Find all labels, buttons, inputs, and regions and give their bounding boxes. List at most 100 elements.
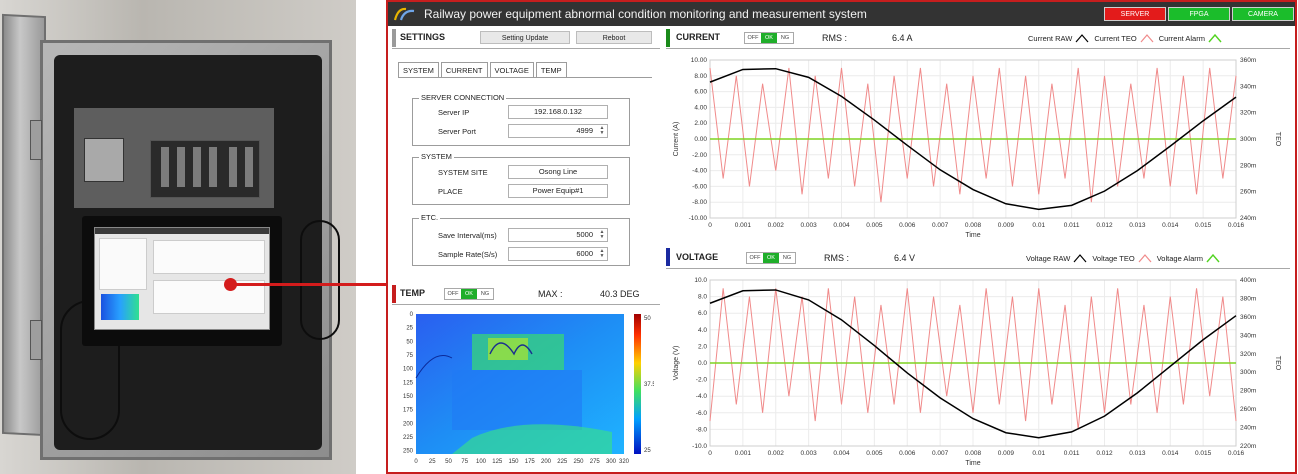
x-tick-label: 0.004 xyxy=(833,450,850,457)
spinner-arrows-icon[interactable]: ▲ ▼ xyxy=(598,230,606,240)
current-status-toggle[interactable]: OFF OK NG xyxy=(744,32,794,44)
server-ip-field[interactable]: 192.168.0.132 xyxy=(508,105,608,119)
tab-system[interactable]: SYSTEM xyxy=(398,62,439,77)
x-tick-label: 0.002 xyxy=(768,450,785,457)
server-status-button[interactable]: SERVER xyxy=(1104,7,1166,21)
y-tick-label: 2.0 xyxy=(698,343,707,350)
x-tick-label: 0.016 xyxy=(1228,450,1245,457)
system-site-label: SYSTEM SITE xyxy=(438,168,488,177)
spinner-arrows-icon[interactable]: ▲ ▼ xyxy=(598,126,606,136)
server-port-label: Server Port xyxy=(438,127,476,136)
settings-title: SETTINGS xyxy=(400,32,446,42)
toggle-ng[interactable]: NG xyxy=(477,289,493,299)
y-tick-label: 4.0 xyxy=(698,327,707,334)
y-tick-label: -4.0 xyxy=(696,393,708,400)
x-tick-label: 125 xyxy=(492,459,503,465)
y-tick-label: -6.0 xyxy=(696,410,708,417)
x-tick-label: 0 xyxy=(708,222,712,229)
legend-teo-swatch-icon xyxy=(1140,34,1154,43)
toggle-ok[interactable]: OK xyxy=(461,289,477,299)
etc-group-label: ETC. xyxy=(419,213,441,222)
title-bar: Railway power equipment abnormal conditi… xyxy=(388,2,1295,26)
y-tick-label: 8.00 xyxy=(694,73,707,80)
fpga-status-button[interactable]: FPGA xyxy=(1168,7,1230,21)
sample-rate-label: Sample Rate(S/s) xyxy=(438,250,498,259)
legend-raw-swatch-icon xyxy=(1075,34,1089,43)
x-tick-label: 0.008 xyxy=(965,450,982,457)
tab-current[interactable]: CURRENT xyxy=(440,62,488,77)
server-port-stepper[interactable]: 4999 ▲ ▼ xyxy=(508,124,608,138)
system-group-label: SYSTEM xyxy=(419,152,454,161)
toggle-off[interactable]: OFF xyxy=(445,289,461,299)
server-port-value: 4999 xyxy=(576,126,593,135)
spinner-arrows-icon[interactable]: ▲ ▼ xyxy=(598,249,606,259)
toggle-off[interactable]: OFF xyxy=(747,253,763,263)
x-tick-label: 0.001 xyxy=(735,222,752,229)
x-axis-label: Time xyxy=(965,460,980,467)
camera-status-button[interactable]: CAMERA xyxy=(1232,7,1294,21)
y-tick-label: 150 xyxy=(403,394,414,400)
y-tick-label: -10.00 xyxy=(689,215,708,222)
y-tick-label: -10.0 xyxy=(692,443,707,450)
tab-voltage[interactable]: VOLTAGE xyxy=(489,62,534,77)
temp-status-toggle[interactable]: OFF OK NG xyxy=(444,288,494,300)
toggle-off[interactable]: OFF xyxy=(745,33,761,43)
legend-current-teo: Current TEO xyxy=(1094,33,1137,43)
x-tick-label: 0.011 xyxy=(1064,222,1080,229)
voltage-rms-label: RMS : xyxy=(824,253,850,263)
voltage-legend: Voltage RAW Voltage TEO Voltage Alarm xyxy=(1026,253,1220,263)
x-tick-label: 0.001 xyxy=(735,450,752,457)
legend-current-raw: Current RAW xyxy=(1028,33,1073,43)
y-tick-label: 0.00 xyxy=(694,136,707,143)
y-tick-label: -4.00 xyxy=(692,168,707,175)
x-tick-label: 0.016 xyxy=(1228,222,1245,229)
y-tick-label: 250 xyxy=(403,449,414,455)
y-tick-label: 2.00 xyxy=(694,120,707,127)
toggle-ng[interactable]: NG xyxy=(777,33,793,43)
y-tick-label: 6.0 xyxy=(698,310,707,317)
y2-tick-label: 220m xyxy=(1240,443,1256,450)
x-tick-label: 0.007 xyxy=(932,450,949,457)
thermal-image-plot: 0 25 50 75 100 125 150 175 200 225 250 275 300 320 02… xyxy=(403,312,654,465)
y-axis-label: Voltage (V) xyxy=(673,346,680,381)
y-tick-label: 8.0 xyxy=(698,294,707,301)
x-tick-label: 25 xyxy=(429,459,436,465)
y2-tick-label: 380m xyxy=(1240,295,1256,302)
x-tick-label: 0.014 xyxy=(1162,450,1179,457)
x-tick-label: 0.003 xyxy=(800,222,817,229)
legend-raw-swatch-icon xyxy=(1073,254,1087,263)
tab-temp[interactable]: TEMP xyxy=(535,62,567,77)
legend-voltage-teo: Voltage TEO xyxy=(1092,253,1135,263)
system-site-field[interactable]: Osong Line xyxy=(508,165,608,179)
cabinet-photo xyxy=(0,0,356,474)
x-tick-label: 0.006 xyxy=(899,222,916,229)
colorbar xyxy=(634,314,641,454)
sample-rate-stepper[interactable]: 6000 ▲ ▼ xyxy=(508,247,608,261)
setting-update-button[interactable]: Setting Update xyxy=(480,31,570,44)
y-tick-label: 25 xyxy=(406,326,413,332)
temp-title: TEMP xyxy=(400,288,426,298)
current-rms-value: 6.4 A xyxy=(892,33,913,43)
y-tick-label: -6.00 xyxy=(692,183,707,190)
x-tick-label: 0.007 xyxy=(932,222,949,229)
toggle-ok[interactable]: OK xyxy=(761,33,777,43)
y-tick-label: 4.00 xyxy=(694,104,707,111)
temp-max-value: 40.3 DEG xyxy=(600,289,640,299)
settings-section-bar xyxy=(392,29,396,47)
voltage-status-toggle[interactable]: OFF OK NG xyxy=(746,252,796,264)
place-field[interactable]: Power Equip#1 xyxy=(508,184,608,198)
current-title: CURRENT xyxy=(676,32,720,42)
x-tick-label: 150 xyxy=(508,459,519,465)
y2-axis-label: TEO xyxy=(1274,356,1281,371)
y2-tick-label: 400m xyxy=(1240,277,1256,284)
y-tick-label: 225 xyxy=(403,435,414,441)
toggle-ng[interactable]: NG xyxy=(779,253,795,263)
server-ip-label: Server IP xyxy=(438,108,470,117)
y2-tick-label: 360m xyxy=(1240,314,1256,321)
y-tick-label: 50 xyxy=(406,339,413,345)
x-tick-label: 0.012 xyxy=(1096,222,1113,229)
toggle-ok[interactable]: OK xyxy=(763,253,779,263)
save-interval-stepper[interactable]: 5000 ▲ ▼ xyxy=(508,228,608,242)
temp-section-bar xyxy=(392,285,396,303)
reboot-button[interactable]: Reboot xyxy=(576,31,652,44)
